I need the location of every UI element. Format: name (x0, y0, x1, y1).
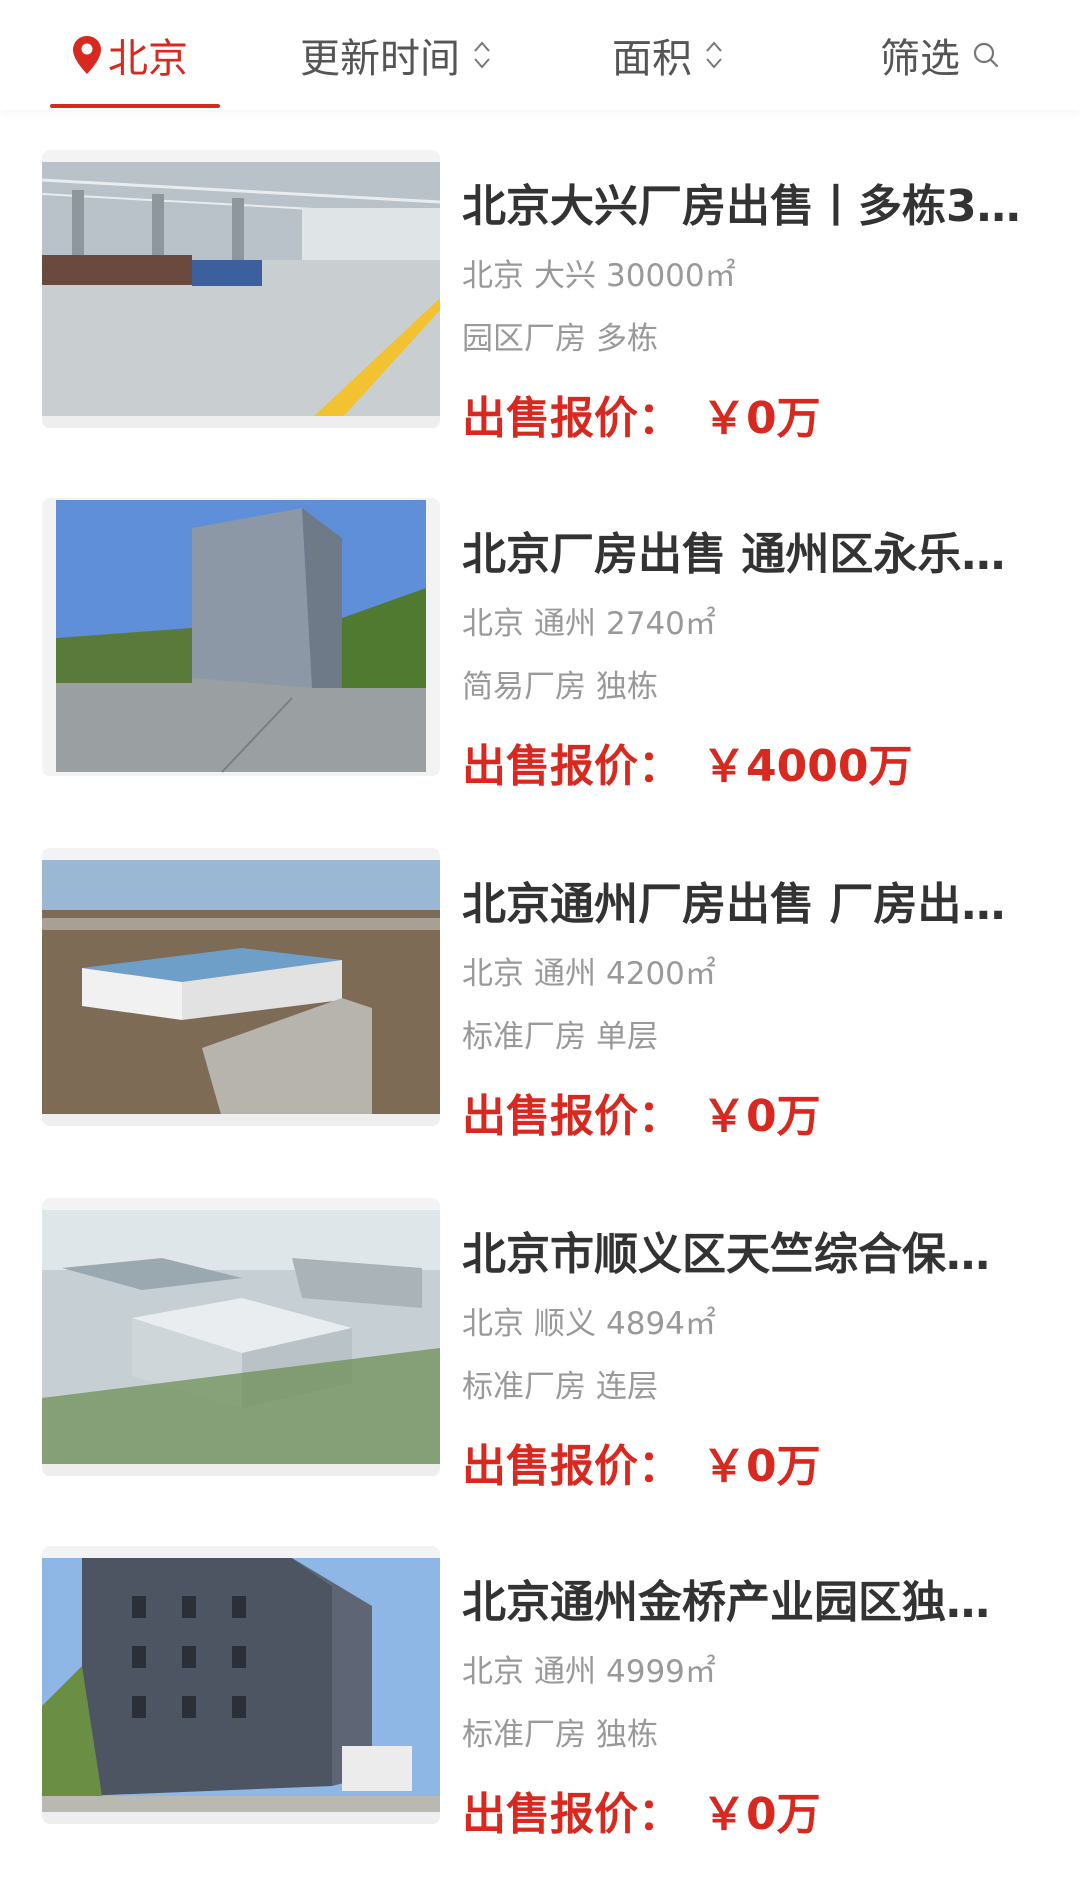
listing-building-type: 多栋 (596, 321, 658, 357)
listing-city: 北京 (462, 258, 524, 294)
listing-category: 简易厂房 (462, 669, 586, 705)
listing-area: 2740㎡ (606, 606, 716, 642)
listing-area: 30000㎡ (606, 258, 736, 294)
listing-photo-industrial-park-render (42, 1198, 440, 1476)
listing-category: 标准厂房 (462, 1717, 586, 1753)
listing-title[interactable]: 北京通州厂房出售 厂房出… (462, 868, 1032, 932)
listing-city: 北京 (462, 1306, 524, 1342)
listing-tags: 标准厂房 独栋 (462, 1709, 658, 1754)
listing-category: 园区厂房 (462, 321, 586, 357)
listing-building-type: 独栋 (596, 669, 658, 705)
listing-building-type: 独栋 (596, 1717, 658, 1753)
tab-location[interactable]: 北京 (72, 0, 188, 110)
active-tab-indicator (50, 104, 220, 108)
sort-toggle-icon (472, 38, 492, 72)
listing-card[interactable]: 北京通州金桥产业园区独… 北京 通州 4999㎡ 标准厂房 独栋 出售报价： ￥0万 (0, 1546, 1080, 1840)
listing-city: 北京 (462, 956, 524, 992)
listing-area: 4999㎡ (606, 1654, 716, 1690)
price-value: ￥0万 (702, 393, 821, 444)
listing-tags: 标准厂房 连层 (462, 1361, 658, 1406)
price-label: 出售报价： (462, 1091, 682, 1142)
tab-area-label: 面积 (612, 36, 692, 82)
listing-location: 北京 顺义 4894㎡ (462, 1298, 716, 1343)
tab-area[interactable]: 面积 (612, 0, 724, 110)
listing-title[interactable]: 北京市顺义区天竺综合保… (462, 1218, 1032, 1282)
filter-tab-bar: 北京 更新时间 面积 筛选 (0, 0, 1080, 110)
listing-area: 4894㎡ (606, 1306, 716, 1342)
price-label: 出售报价： (462, 393, 682, 444)
listing-tags: 简易厂房 独栋 (462, 661, 658, 706)
listing-photo-gray-building (42, 498, 440, 776)
price-value: ￥0万 (702, 1789, 821, 1840)
listing-price: 出售报价： ￥0万 (462, 1430, 821, 1494)
listing-area: 4200㎡ (606, 956, 716, 992)
listing-title[interactable]: 北京厂房出售 通州区永乐… (462, 518, 1032, 582)
tab-update-time-label: 更新时间 (300, 36, 460, 82)
listing-photo-warehouse-interior (42, 150, 440, 428)
search-icon (972, 41, 1000, 69)
listing-title[interactable]: 北京大兴厂房出售丨多栋3… (462, 170, 1032, 234)
listing-card[interactable]: 北京厂房出售 通州区永乐… 北京 通州 2740㎡ 简易厂房 独栋 出售报价： ￥400… (0, 498, 1080, 792)
listing-photo-dark-building (42, 1546, 440, 1824)
listing-card[interactable]: 北京大兴厂房出售丨多栋3… 北京 大兴 30000㎡ 园区厂房 多栋 出售报价： ￥0万 (0, 150, 1080, 444)
listing-district: 通州 (534, 1654, 596, 1690)
listing-card[interactable]: 北京市顺义区天竺综合保… 北京 顺义 4894㎡ 标准厂房 连层 出售报价： ￥0万 (0, 1198, 1080, 1492)
tab-update-time[interactable]: 更新时间 (300, 0, 492, 110)
listing-tags: 园区厂房 多栋 (462, 313, 658, 358)
price-value: ￥0万 (702, 1091, 821, 1142)
listing-price: 出售报价： ￥4000万 (462, 730, 912, 794)
listing-district: 大兴 (534, 258, 596, 294)
price-label: 出售报价： (462, 741, 682, 792)
listing-location: 北京 大兴 30000㎡ (462, 250, 736, 295)
listing-tags: 标准厂房 单层 (462, 1011, 658, 1056)
listing-city: 北京 (462, 1654, 524, 1690)
tab-location-label: 北京 (108, 36, 188, 82)
tab-filter[interactable]: 筛选 (880, 0, 1000, 110)
sort-toggle-icon (704, 38, 724, 72)
price-value: ￥0万 (702, 1441, 821, 1492)
listing-photo-aerial-factory (42, 848, 440, 1126)
listing-location: 北京 通州 4999㎡ (462, 1646, 716, 1691)
listing-district: 顺义 (534, 1306, 596, 1342)
listing-card[interactable]: 北京通州厂房出售 厂房出… 北京 通州 4200㎡ 标准厂房 单层 出售报价： ￥0万 (0, 848, 1080, 1142)
listing-location: 北京 通州 2740㎡ (462, 598, 716, 643)
listing-location: 北京 通州 4200㎡ (462, 948, 716, 993)
price-value: ￥4000万 (702, 741, 913, 792)
price-label: 出售报价： (462, 1789, 682, 1840)
listing-category: 标准厂房 (462, 1019, 586, 1055)
listing-building-type: 连层 (596, 1369, 658, 1405)
listing-category: 标准厂房 (462, 1369, 586, 1405)
listing-price: 出售报价： ￥0万 (462, 1778, 821, 1842)
listing-price: 出售报价： ￥0万 (462, 1080, 821, 1144)
listing-district: 通州 (534, 956, 596, 992)
price-label: 出售报价： (462, 1441, 682, 1492)
listing-city: 北京 (462, 606, 524, 642)
listing-price: 出售报价： ￥0万 (462, 382, 821, 446)
listing-building-type: 单层 (596, 1019, 658, 1055)
location-pin-icon (72, 35, 102, 75)
listing-title[interactable]: 北京通州金桥产业园区独… (462, 1566, 1032, 1630)
listing-district: 通州 (534, 606, 596, 642)
tab-filter-label: 筛选 (880, 36, 960, 82)
